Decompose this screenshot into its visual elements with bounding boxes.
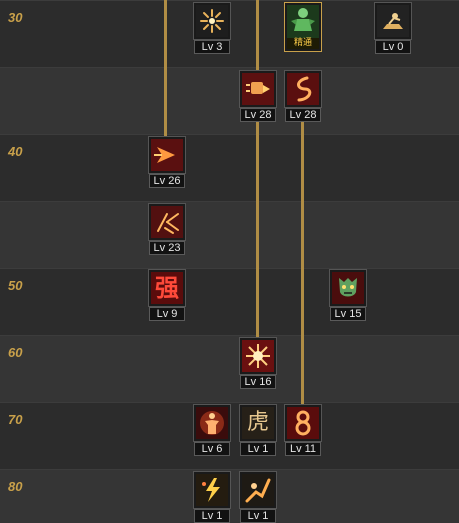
level-row: 40 <box>0 134 459 201</box>
skill-level: Lv 9 <box>149 307 185 321</box>
skill-slot[interactable]: 虎 Lv 1 <box>239 404 277 456</box>
skill-slot[interactable]: Lv 1 <box>193 471 231 523</box>
level-label: 70 <box>8 412 23 427</box>
skill-slot[interactable]: Lv 1 <box>239 471 277 523</box>
skill-slot[interactable]: 精通 <box>284 2 322 52</box>
lightning-punch-skill-icon <box>193 471 231 509</box>
skill-slot[interactable]: Lv 3 <box>193 2 231 54</box>
skill-slot[interactable]: Lv 23 <box>148 203 186 255</box>
level-label: 60 <box>8 345 23 360</box>
spiral-skill-icon <box>284 404 322 442</box>
arrow-dash-skill-icon <box>148 136 186 174</box>
skill-slot[interactable]: Lv 16 <box>239 337 277 389</box>
skill-level: Lv 1 <box>240 509 276 523</box>
green-warrior-skill-icon: 精通 <box>284 2 322 52</box>
burst-skill-icon <box>193 2 231 40</box>
skill-tree: 30 40 50 60 70 80 Lv 3 精通 Lv 0 Lv 28 Lv … <box>0 0 459 523</box>
skill-level: Lv 1 <box>194 509 230 523</box>
level-row <box>0 201 459 268</box>
tiger-glyph-skill-icon: 虎 <box>239 404 277 442</box>
whirl-kick-skill-icon <box>284 70 322 108</box>
skill-level: Lv 0 <box>375 40 411 54</box>
level-row: 60 <box>0 335 459 402</box>
fist-strike-skill-icon <box>239 70 277 108</box>
rider-skill-icon <box>374 2 412 40</box>
prerequisite-line <box>164 0 167 138</box>
skill-slot[interactable]: Lv 11 <box>284 404 322 456</box>
prerequisite-line <box>301 108 304 405</box>
level-label: 50 <box>8 278 23 293</box>
skill-slot[interactable]: Lv 28 <box>284 70 322 122</box>
level-label: 40 <box>8 144 23 159</box>
skill-level: Lv 3 <box>194 40 230 54</box>
mastery-badge: 精通 <box>287 38 319 49</box>
level-label: 80 <box>8 479 23 494</box>
slash-kick-skill-icon <box>148 203 186 241</box>
level-row <box>0 67 459 134</box>
skill-slot[interactable]: Lv 6 <box>193 404 231 456</box>
skill-slot[interactable]: Lv 26 <box>148 136 186 188</box>
skill-slot[interactable]: Lv 28 <box>239 70 277 122</box>
skill-level: Lv 11 <box>285 442 321 456</box>
skill-level: Lv 28 <box>240 108 276 122</box>
skill-level: Lv 15 <box>330 307 366 321</box>
power-aura-skill-icon <box>193 404 231 442</box>
demon-mask-skill-icon <box>329 269 367 307</box>
skill-level: Lv 16 <box>240 375 276 389</box>
leap-kick-skill-icon <box>239 471 277 509</box>
strength-glyph-skill-icon: 强 <box>148 269 186 307</box>
skill-level: Lv 26 <box>149 174 185 188</box>
skill-level: Lv 23 <box>149 241 185 255</box>
skill-level: Lv 6 <box>194 442 230 456</box>
skill-level: Lv 1 <box>240 442 276 456</box>
energy-burst-skill-icon <box>239 337 277 375</box>
level-row: 50 <box>0 268 459 335</box>
skill-level: Lv 28 <box>285 108 321 122</box>
prerequisite-line <box>256 0 259 338</box>
skill-slot[interactable]: Lv 0 <box>374 2 412 54</box>
level-label: 30 <box>8 10 23 25</box>
skill-slot[interactable]: Lv 15 <box>329 269 367 321</box>
skill-slot[interactable]: 强 Lv 9 <box>148 269 186 321</box>
